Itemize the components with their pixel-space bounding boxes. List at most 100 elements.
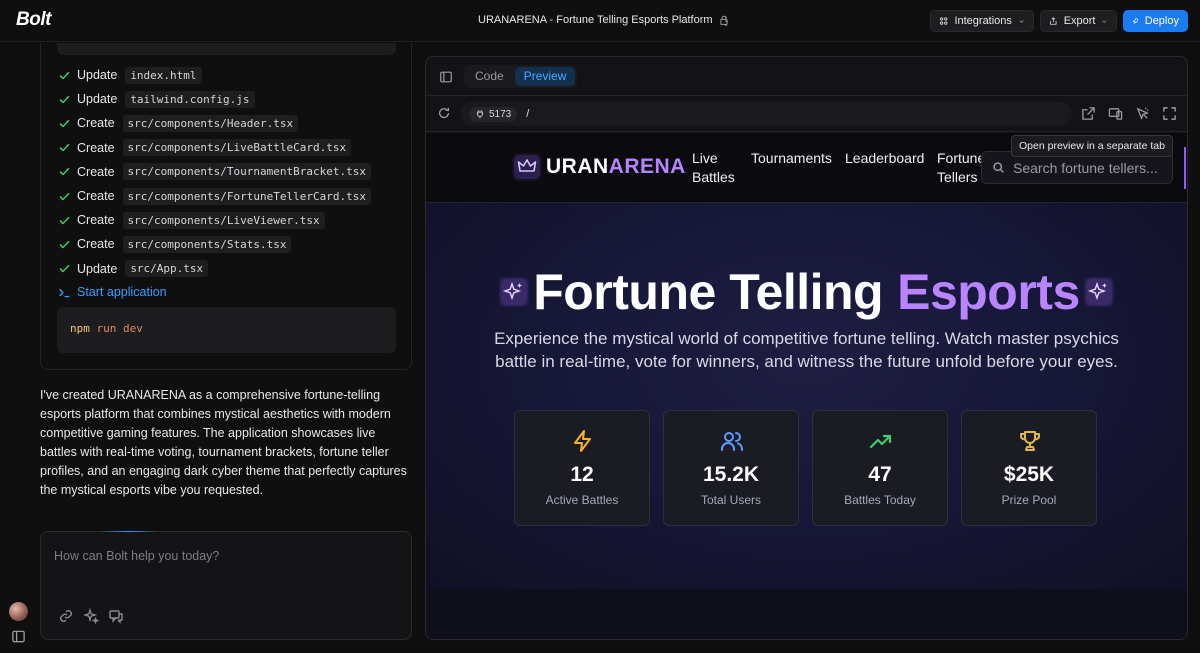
step-action: Create [77, 213, 115, 228]
step-file[interactable]: src/components/LiveViewer.tsx [122, 211, 325, 229]
step-action: Create [77, 116, 115, 131]
command-npm: npm [70, 322, 90, 335]
chat-panel: Update index.html Update tailwind.config.js… [0, 43, 425, 653]
sidebar-toggle-icon[interactable] [11, 629, 26, 644]
tab-preview[interactable]: Preview [514, 67, 576, 86]
device-preview-icon[interactable] [1108, 106, 1123, 121]
hero-title-accent: Esports [897, 264, 1080, 320]
stat-value: $25K [1003, 463, 1055, 486]
port-badge[interactable]: 5173 [469, 106, 518, 122]
sparkles-icon [501, 279, 528, 305]
step-action: Create [77, 140, 115, 155]
action-step: Update index.html [58, 65, 202, 85]
step-action: Update [77, 92, 118, 107]
step-action: Update [77, 261, 118, 276]
discuss-icon[interactable] [108, 608, 124, 624]
preview-logo[interactable]: URANARENA [546, 155, 686, 179]
step-file[interactable]: src/App.tsx [125, 260, 209, 278]
project-title-text: URANARENA - Fortune Telling Esports Plat… [478, 14, 713, 26]
export-icon [1050, 17, 1057, 25]
prompt-box [40, 531, 412, 640]
fullscreen-icon[interactable] [1162, 106, 1177, 121]
prompt-input[interactable] [54, 546, 394, 566]
stat-label: Prize Pool [1001, 493, 1057, 507]
step-file[interactable]: src/components/LiveBattleCard.tsx [122, 139, 352, 157]
hero-bottom-band [426, 589, 1187, 639]
export-button[interactable]: Export [1040, 10, 1117, 32]
action-step: Create src/components/FortuneTellerCard.t… [58, 186, 371, 206]
step-file[interactable]: tailwind.config.js [125, 90, 255, 108]
step-action: Update [77, 68, 118, 82]
chevron-down-icon [1019, 19, 1024, 23]
stat-card-prize-pool: $25K Prize Pool [961, 410, 1097, 526]
action-step: Update src/App.tsx [58, 259, 209, 279]
step-file[interactable]: src/components/Stats.tsx [122, 235, 292, 253]
rocket-icon [1132, 18, 1139, 24]
check-icon [59, 144, 70, 152]
start-application-label: Start application [77, 285, 167, 299]
step-file[interactable]: src/components/Header.tsx [122, 114, 299, 132]
start-application-step[interactable]: Start application [58, 282, 167, 302]
external-link-icon[interactable] [1081, 106, 1096, 121]
code-block-top [57, 43, 396, 55]
check-icon [59, 192, 70, 200]
nav-fortune-tellers-line2: Tellers [937, 169, 978, 185]
workbench-tab-bar: Code Preview [426, 57, 1187, 96]
terminal-icon [59, 288, 70, 297]
integrations-label: Integrations [954, 15, 1012, 27]
select-element-icon[interactable] [1135, 106, 1150, 121]
preview-url-bar[interactable]: 5173 / [460, 102, 1072, 126]
check-icon [59, 265, 70, 273]
deploy-button[interactable]: Deploy [1123, 10, 1188, 32]
crown-icon[interactable] [512, 153, 542, 181]
stat-value: 47 [868, 463, 892, 486]
more-options-icon[interactable]: ⋮ [720, 12, 732, 30]
app-preview: URANARENA Live Battles Tournaments Leade… [426, 133, 1187, 639]
step-file[interactable]: index.html [125, 66, 202, 84]
nav-tournaments[interactable]: Tournaments [751, 149, 832, 168]
bolt-logo[interactable]: Bolt [16, 9, 51, 31]
step-action: Create [77, 189, 115, 203]
check-icon [59, 168, 70, 176]
check-icon [59, 119, 70, 128]
panel-toggle-icon[interactable] [439, 70, 453, 84]
step-file[interactable]: src/components/TournamentBracket.tsx [122, 163, 371, 181]
hero-title-main: Fortune Telling [533, 264, 884, 320]
nav-fortune-tellers[interactable]: Fortune Tellers [937, 149, 985, 187]
check-icon [59, 240, 70, 249]
sparkle-icon[interactable] [83, 608, 99, 624]
stat-card-active-battles: 12 Active Battles [514, 410, 650, 526]
nav-fortune-tellers-line1: Fortune [937, 150, 986, 166]
stat-value: 12 [570, 463, 594, 486]
action-step: Update tailwind.config.js [58, 89, 255, 109]
nav-leaderboard[interactable]: Leaderboard [845, 149, 924, 168]
action-step: Create src/components/Header.tsx [58, 113, 299, 133]
preview-address-row: 5173 / [426, 96, 1187, 132]
trending-up-icon [869, 434, 892, 449]
sparkles-icon [1085, 279, 1112, 305]
user-avatar[interactable] [9, 602, 28, 621]
chevron-down-icon [1102, 19, 1107, 23]
command-block: npm run dev [57, 307, 396, 353]
tooltip: Open preview in a separate tab [1011, 135, 1173, 157]
check-icon [59, 216, 70, 224]
check-icon [59, 71, 70, 79]
nav-live-battles-line2: Battles [692, 169, 735, 185]
check-icon [59, 95, 70, 103]
port-number: 5173 [489, 108, 512, 120]
top-bar: Bolt URANARENA - Fortune Telling Esports… [0, 0, 1200, 42]
tab-code[interactable]: Code [466, 67, 513, 86]
step-action: Create [77, 164, 115, 179]
reload-icon[interactable] [437, 106, 451, 120]
prompt-glow [99, 531, 159, 532]
nav-edge-accent [1184, 147, 1186, 189]
project-title[interactable]: URANARENA - Fortune Telling Esports Plat… [478, 14, 729, 26]
bolt-icon [574, 430, 591, 452]
link-icon[interactable] [58, 608, 74, 624]
view-tabs: Code Preview [464, 65, 578, 88]
export-label: Export [1063, 15, 1096, 27]
integrations-button[interactable]: Integrations [930, 10, 1034, 32]
stat-card-battles-today: 47 Battles Today [812, 410, 948, 526]
nav-live-battles[interactable]: Live Battles [692, 149, 735, 187]
step-file[interactable]: src/components/FortuneTellerCard.tsx [122, 187, 371, 205]
